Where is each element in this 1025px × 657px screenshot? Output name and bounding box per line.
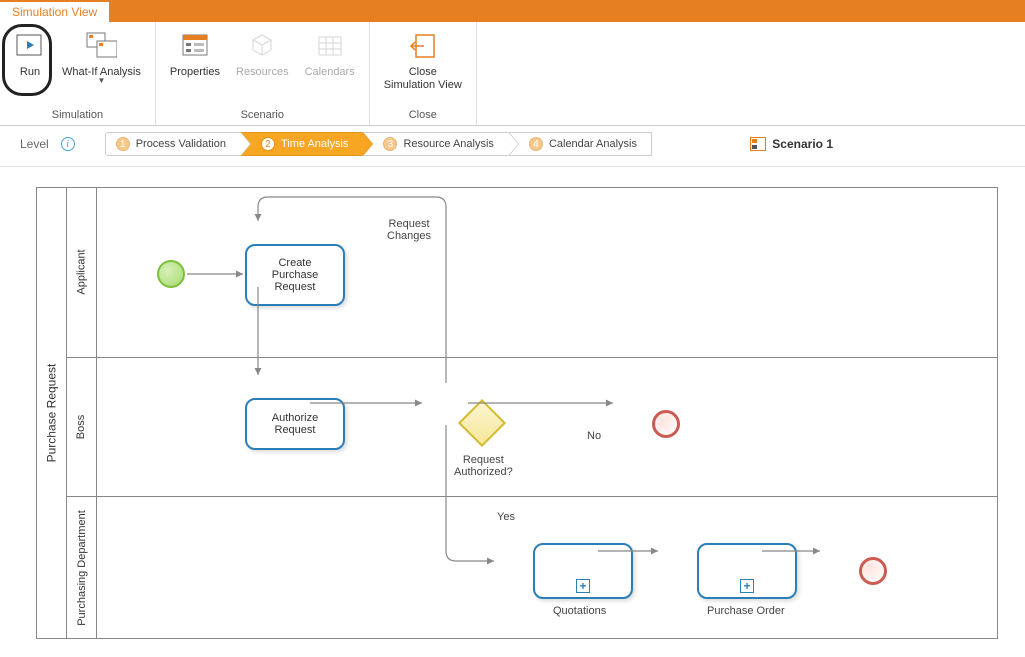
lane-applicant[interactable]: Applicant Create Purchase Request Reques… <box>67 188 997 358</box>
properties-button[interactable]: Properties <box>162 26 228 107</box>
calendars-button: Calendars <box>297 26 363 107</box>
scenario-name: Scenario 1 <box>772 137 833 151</box>
play-icon <box>14 30 46 62</box>
resources-icon <box>246 30 278 62</box>
ribbon-group-label-scenario: Scenario <box>162 107 363 125</box>
lane-title-purchasing: Purchasing Department <box>67 497 97 638</box>
start-event[interactable] <box>157 260 185 288</box>
label-quotations: Quotations <box>553 605 606 617</box>
gateway-request-authorized[interactable] <box>458 399 506 447</box>
tab-simulation-view[interactable]: Simulation View <box>0 0 109 22</box>
resources-button: Resources <box>228 26 297 107</box>
level-bar: Level i 1Process Validation 2Time Analys… <box>0 126 1025 167</box>
step-calendar-analysis[interactable]: 4Calendar Analysis <box>508 132 652 156</box>
resources-label: Resources <box>236 66 289 78</box>
close-icon <box>407 30 439 62</box>
subprocess-purchase-order[interactable]: + <box>697 543 797 599</box>
level-label: Level <box>20 137 49 151</box>
label-yes: Yes <box>497 511 515 523</box>
scenario-icon <box>750 137 766 151</box>
ribbon-group-label-close: Close <box>376 107 470 125</box>
label-no: No <box>587 430 601 442</box>
pool-purchase-request[interactable]: Purchase Request Applicant Create Purcha… <box>36 187 998 639</box>
lane-boss[interactable]: Boss Authorize Request Request Authorize… <box>67 358 997 498</box>
calendar-icon <box>314 30 346 62</box>
ribbon-group-simulation: Run What-If Analysis ▼ Simulation <box>0 22 156 125</box>
lane-purchasing[interactable]: Purchasing Department Yes + Quotations +… <box>67 497 997 638</box>
whatif-icon <box>85 30 117 62</box>
task-create-purchase-request[interactable]: Create Purchase Request <box>245 244 345 306</box>
lane-title-boss: Boss <box>67 358 97 497</box>
label-request-changes: Request Changes <box>387 218 431 242</box>
properties-icon <box>179 30 211 62</box>
ribbon-tab-strip: Simulation View <box>0 0 1025 22</box>
step-resource-analysis[interactable]: 3Resource Analysis <box>362 132 509 156</box>
expand-icon: + <box>576 579 590 593</box>
pool-title: Purchase Request <box>37 188 67 638</box>
end-event-done[interactable] <box>859 557 887 585</box>
scenario-indicator: Scenario 1 <box>750 137 1013 151</box>
bpmn-canvas[interactable]: Purchase Request Applicant Create Purcha… <box>0 167 1025 639</box>
close-label: Close Simulation View <box>384 66 462 92</box>
label-request-authorized: Request Authorized? <box>454 454 513 478</box>
info-icon[interactable]: i <box>61 137 75 151</box>
lane-title-applicant: Applicant <box>67 188 97 357</box>
calendars-label: Calendars <box>305 66 355 78</box>
ribbon-group-scenario: Properties Resources Calendars Scenario <box>156 22 370 125</box>
step-time-analysis[interactable]: 2Time Analysis <box>240 132 363 156</box>
run-button[interactable]: Run <box>6 26 54 107</box>
whatif-button[interactable]: What-If Analysis ▼ <box>54 26 149 107</box>
properties-label: Properties <box>170 66 220 78</box>
end-event-rejected[interactable] <box>652 410 680 438</box>
step-process-validation[interactable]: 1Process Validation <box>105 132 241 156</box>
run-label: Run <box>20 66 40 78</box>
label-purchase-order: Purchase Order <box>707 605 785 617</box>
level-steps: 1Process Validation 2Time Analysis 3Reso… <box>105 132 652 156</box>
expand-icon: + <box>740 579 754 593</box>
task-authorize-request[interactable]: Authorize Request <box>245 398 345 450</box>
close-simulation-button[interactable]: Close Simulation View <box>376 26 470 107</box>
ribbon-group-close: Close Simulation View Close <box>370 22 477 125</box>
chevron-down-icon: ▼ <box>97 76 105 85</box>
flows-lane1 <box>97 188 997 358</box>
ribbon: Run What-If Analysis ▼ Simulation Proper… <box>0 22 1025 126</box>
subprocess-quotations[interactable]: + <box>533 543 633 599</box>
ribbon-group-label-simulation: Simulation <box>6 107 149 125</box>
